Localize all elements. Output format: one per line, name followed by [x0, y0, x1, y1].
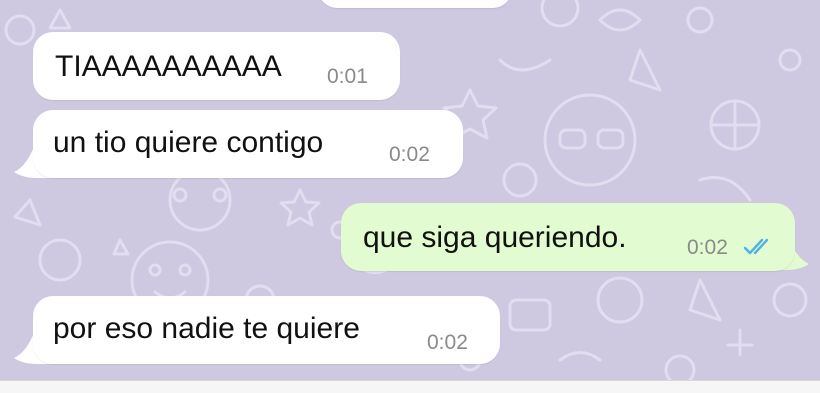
message-timestamp: 0:02: [389, 143, 430, 166]
message-text: un tio quiere contigo: [53, 126, 324, 159]
double-check-read-icon: [743, 238, 769, 255]
message-timestamp: 0:02: [427, 331, 468, 354]
message-timestamp: 0:01: [327, 65, 368, 88]
message-bubble-outgoing[interactable]: que siga queriendo. 0:02: [341, 203, 795, 271]
message-text: que siga queriendo.: [363, 221, 627, 254]
message-bubble-incoming[interactable]: por eso nadie te quiere 0:02: [33, 296, 500, 364]
message-bubble-incoming[interactable]: un tio quiere contigo 0:02: [33, 110, 463, 178]
message-bubble-partial: [318, 0, 512, 8]
message-bubble-incoming[interactable]: TIAAAAAAAAAA 0:01: [33, 32, 400, 100]
message-text: por eso nadie te quiere: [53, 312, 360, 345]
message-timestamp: 0:02: [687, 236, 728, 259]
input-bar-edge: [0, 380, 820, 393]
message-text: TIAAAAAAAAAA: [55, 50, 282, 83]
